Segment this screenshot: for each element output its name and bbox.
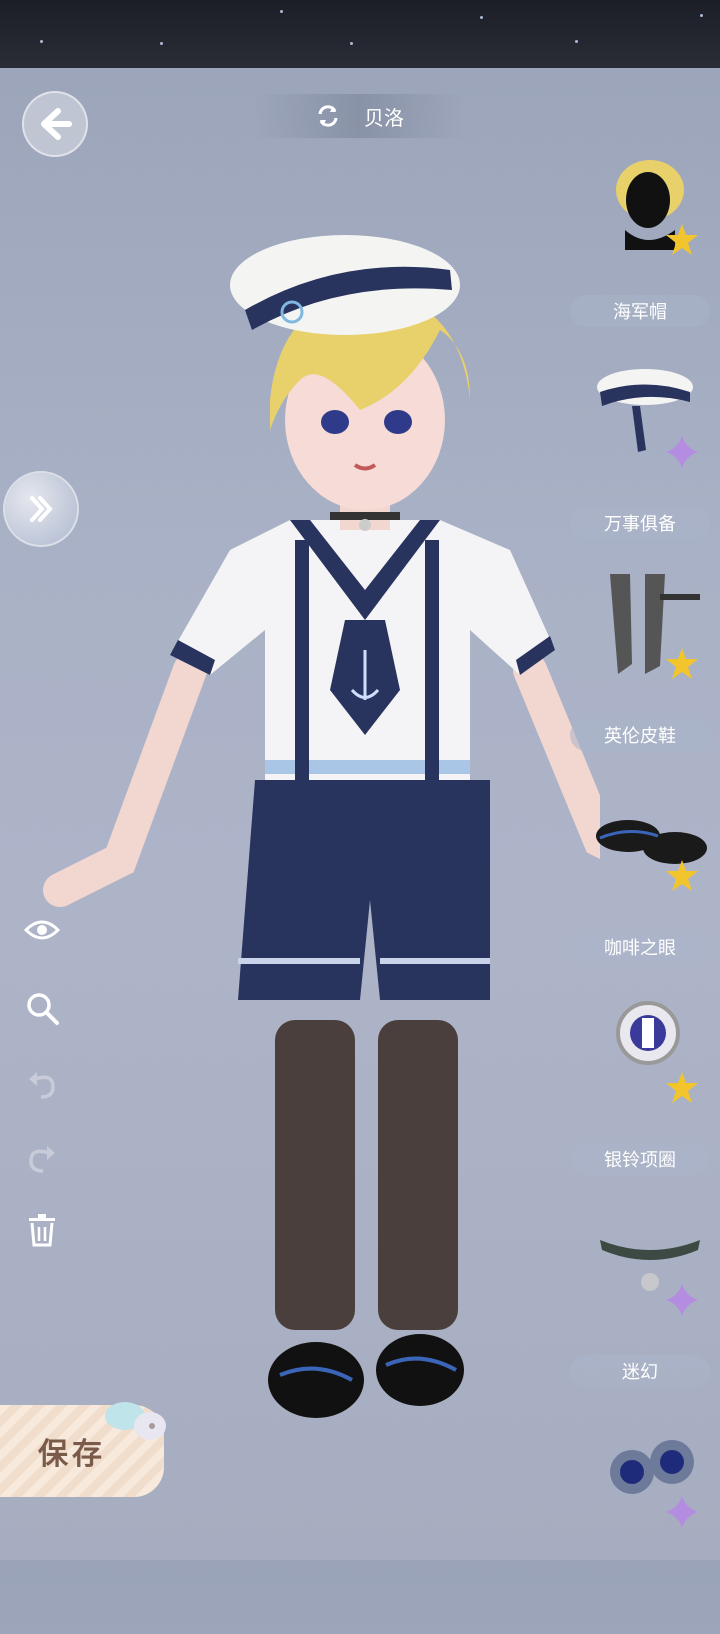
purple-rarity-icon	[666, 436, 698, 468]
item-slot-hat[interactable]: 万事俱备	[560, 362, 720, 574]
trash-icon[interactable]	[22, 1210, 62, 1250]
item-slot-stockings[interactable]: 英伦皮鞋	[560, 574, 720, 786]
swap-icon	[318, 105, 338, 127]
item-label: 迷幻	[570, 1355, 710, 1387]
purple-rarity-icon	[666, 1284, 698, 1316]
character-name: 贝洛	[364, 107, 404, 130]
item-slot-collar[interactable]: 迷幻	[560, 1210, 720, 1422]
item-label: 海军帽	[570, 295, 710, 327]
zoom-icon[interactable]	[22, 988, 62, 1028]
arrow-left-icon	[41, 108, 72, 140]
gold-rarity-icon	[666, 648, 698, 679]
item-slot-hair[interactable]: 海军帽	[560, 150, 720, 362]
outfit-item-rail: 海军帽 万事俱备 英伦皮鞋 咖啡之眼 银铃项圈 迷幻	[560, 150, 720, 1560]
item-label: 咖啡之眼	[570, 931, 710, 963]
character-model[interactable]	[40, 200, 600, 1440]
redo-icon[interactable]	[22, 1138, 62, 1178]
back-button[interactable]	[22, 91, 88, 157]
item-slot-eyes[interactable]	[560, 1422, 720, 1634]
gold-rarity-icon	[666, 860, 698, 891]
status-bar	[0, 0, 720, 68]
eye-icon[interactable]	[22, 910, 62, 950]
item-label: 英伦皮鞋	[570, 719, 710, 751]
undo-icon[interactable]	[22, 1064, 62, 1104]
item-label: 银铃项圈	[570, 1143, 710, 1175]
item-slot-shoes[interactable]: 咖啡之眼	[560, 786, 720, 998]
candy-decoration-icon	[105, 1402, 166, 1440]
purple-rarity-icon	[666, 1496, 698, 1528]
save-label: 保存	[38, 1437, 106, 1472]
character-switcher[interactable]: 贝洛	[252, 94, 466, 138]
gold-rarity-icon	[666, 224, 698, 255]
item-label: 万事俱备	[570, 507, 710, 539]
item-slot-eye[interactable]: 银铃项圈	[560, 998, 720, 1210]
gold-rarity-icon	[666, 1072, 698, 1103]
